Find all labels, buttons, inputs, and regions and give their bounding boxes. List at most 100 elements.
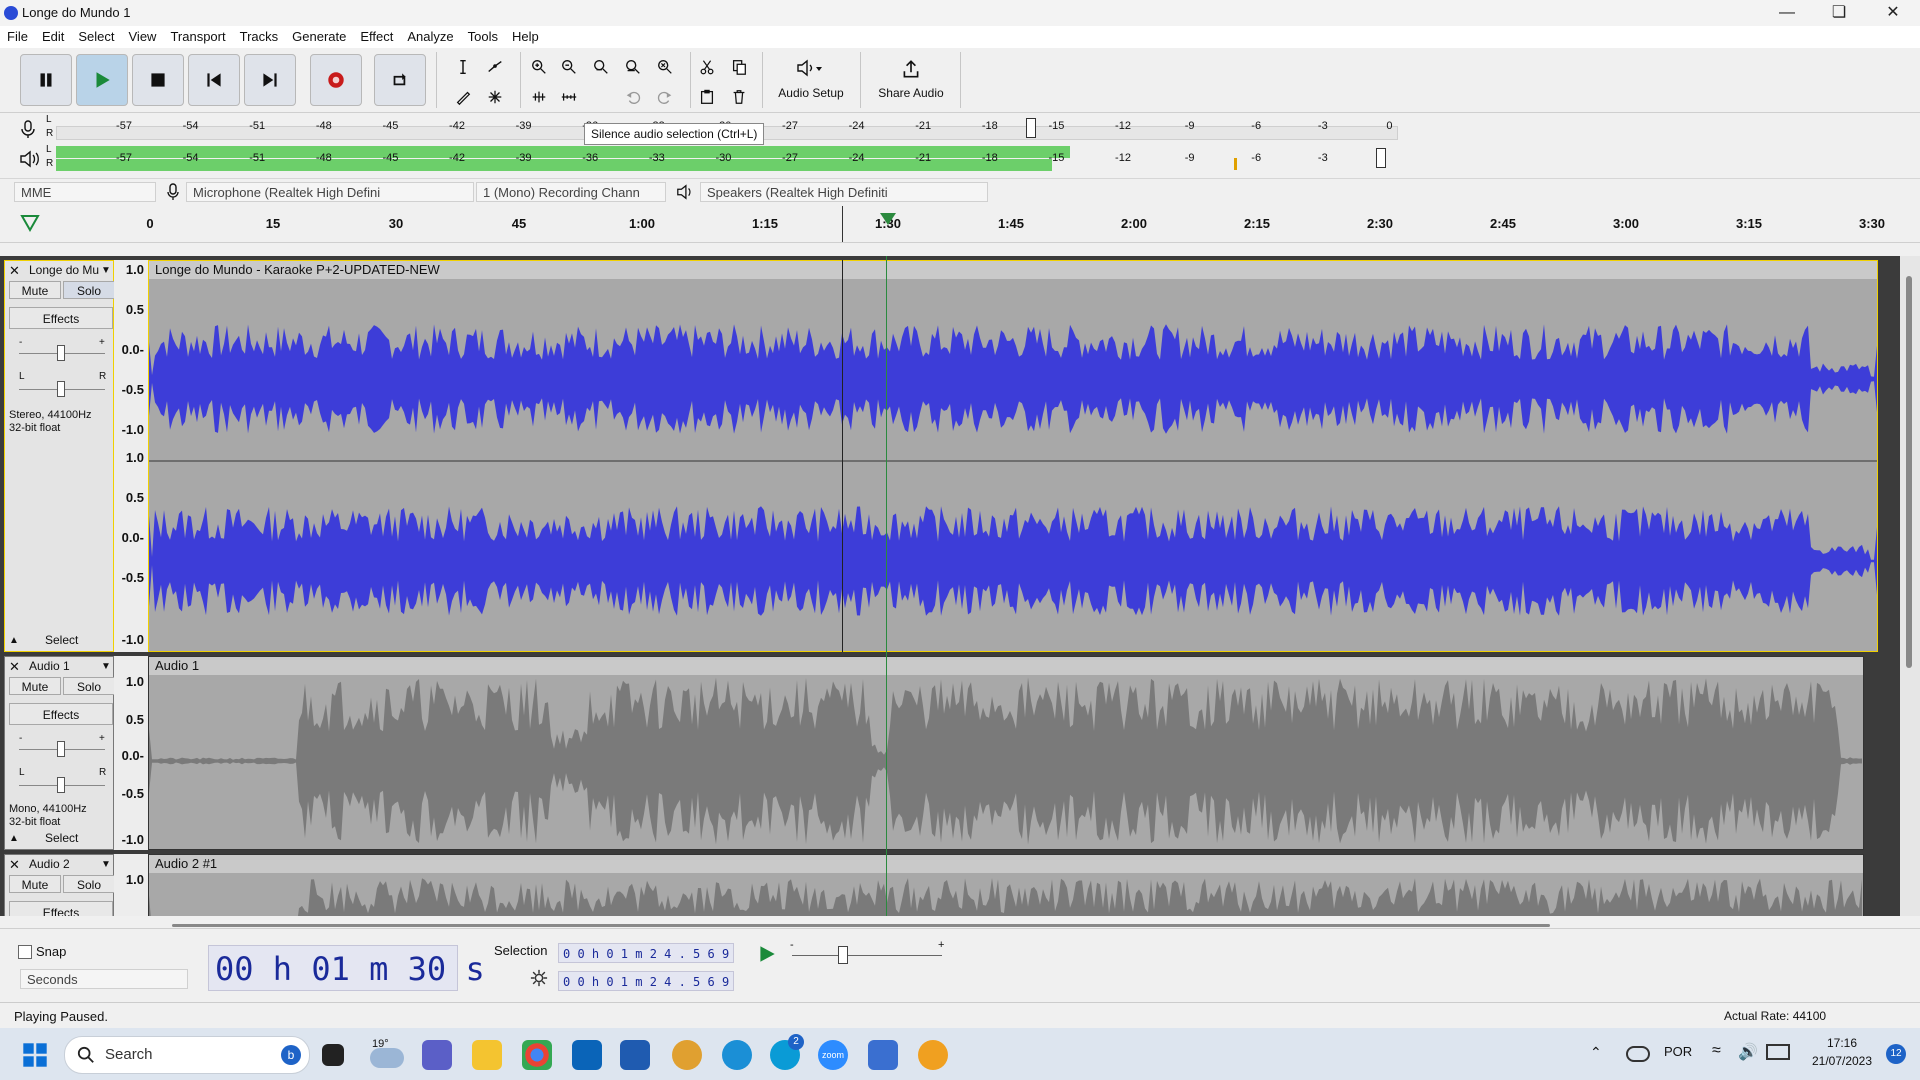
audio-host-select[interactable]: MME: [14, 182, 156, 202]
clock-date[interactable]: 21/07/2023: [1800, 1054, 1884, 1068]
track-menu-dropdown-icon[interactable]: ▼: [101, 661, 111, 672]
play-at-speed-icon[interactable]: [756, 943, 778, 965]
language-indicator[interactable]: POR: [1664, 1044, 1692, 1059]
snap-checkbox[interactable]: [18, 945, 32, 959]
battery-icon[interactable]: [1766, 1044, 1790, 1060]
redo-button[interactable]: [652, 84, 678, 110]
chevron-up-icon[interactable]: ⌃: [1590, 1044, 1602, 1061]
edge-icon[interactable]: [722, 1040, 752, 1070]
solo-button[interactable]: Solo: [63, 875, 115, 893]
track-close-icon[interactable]: ✕: [9, 857, 20, 873]
menu-help[interactable]: Help: [505, 26, 546, 44]
menu-analyze[interactable]: Analyze: [400, 26, 460, 44]
playback-device-select[interactable]: Speakers (Realtek High Definiti: [700, 182, 988, 202]
mail-icon[interactable]: [868, 1040, 898, 1070]
effects-button[interactable]: Effects: [9, 703, 113, 725]
record-meter[interactable]: L R -57-54-51-48-45-42-39-36-33-30-27-24…: [0, 114, 1920, 144]
envelope-tool[interactable]: [482, 54, 508, 80]
fit-selection-button[interactable]: [588, 54, 614, 80]
teams-chat-icon[interactable]: [422, 1040, 452, 1070]
collapse-track-icon[interactable]: ▲: [9, 833, 19, 844]
clock-time[interactable]: 17:16: [1812, 1036, 1872, 1050]
wifi-icon[interactable]: ≈: [1712, 1042, 1721, 1060]
paste-button[interactable]: [694, 84, 720, 110]
collapse-track-icon[interactable]: ▲: [9, 635, 19, 646]
close-icon[interactable]: ✕: [1870, 0, 1916, 26]
minimize-icon[interactable]: —: [1764, 0, 1810, 26]
chrome-icon[interactable]: [522, 1040, 552, 1070]
copy-button[interactable]: [726, 54, 752, 80]
recording-channels-select[interactable]: 1 (Mono) Recording Chann: [476, 182, 666, 202]
zoom-out-button[interactable]: [556, 54, 582, 80]
horizontal-scrollbar[interactable]: [0, 916, 1920, 928]
menu-effect[interactable]: Effect: [353, 26, 400, 44]
menu-select[interactable]: Select: [71, 26, 121, 44]
audacity-taskbar-icon[interactable]: [918, 1040, 948, 1070]
bing-icon[interactable]: b: [281, 1045, 301, 1065]
record-button[interactable]: [310, 54, 362, 106]
menu-tracks[interactable]: Tracks: [233, 26, 286, 44]
gain-slider[interactable]: [57, 345, 65, 361]
gear-icon[interactable]: [530, 969, 548, 987]
delete-button[interactable]: [726, 84, 752, 110]
paint-app-icon[interactable]: [672, 1040, 702, 1070]
tracks-area[interactable]: ✕ Longe do Mu ▼ Mute Solo Effects - + L …: [0, 256, 1920, 916]
multi-tool[interactable]: [482, 84, 508, 110]
menu-file[interactable]: File: [0, 26, 35, 44]
audio-clip[interactable]: Audio 1: [148, 656, 1864, 850]
effects-button[interactable]: Effects: [9, 901, 113, 916]
playback-speed-slider[interactable]: [838, 946, 848, 964]
zoom-icon[interactable]: zoom: [818, 1040, 848, 1070]
draw-tool[interactable]: [450, 84, 476, 110]
select-track-button[interactable]: Select: [45, 633, 78, 647]
share-audio-button[interactable]: Share Audio: [866, 52, 956, 108]
vertical-scrollbar[interactable]: [1900, 256, 1920, 916]
solo-button[interactable]: Solo: [63, 281, 115, 299]
file-explorer-icon[interactable]: [472, 1040, 502, 1070]
mute-button[interactable]: Mute: [9, 281, 61, 299]
track-close-icon[interactable]: ✕: [9, 659, 20, 675]
mute-button[interactable]: Mute: [9, 677, 61, 695]
selection-start-field[interactable]: 0 0 h 0 1 m 2 4 . 5 6 9 s: [558, 943, 734, 963]
play-button[interactable]: [76, 54, 128, 106]
gain-slider[interactable]: [57, 741, 65, 757]
windows-start-icon[interactable]: [22, 1042, 48, 1068]
solo-button[interactable]: Solo: [63, 677, 115, 695]
menu-transport[interactable]: Transport: [163, 26, 232, 44]
notification-badge[interactable]: 12: [1886, 1044, 1906, 1064]
playback-level-slider[interactable]: [1376, 148, 1386, 168]
audio-setup-button[interactable]: Audio Setup: [768, 52, 854, 108]
skip-start-button[interactable]: [188, 54, 240, 106]
volume-icon[interactable]: 🔊: [1738, 1042, 1758, 1062]
restore-icon[interactable]: ❏: [1816, 0, 1862, 26]
track-name-button[interactable]: Longe do Mu: [29, 263, 101, 277]
pan-slider[interactable]: [57, 777, 65, 793]
outlook-icon[interactable]: [572, 1040, 602, 1070]
word-icon[interactable]: [620, 1040, 650, 1070]
task-view-icon[interactable]: [322, 1044, 344, 1066]
cut-button[interactable]: [694, 54, 720, 80]
trim-button[interactable]: [526, 84, 552, 110]
fit-project-button[interactable]: [620, 54, 646, 80]
taskbar-search-box[interactable]: Search b: [64, 1036, 310, 1074]
track-menu-dropdown-icon[interactable]: ▼: [101, 859, 111, 870]
play-head-icon[interactable]: [878, 212, 898, 226]
undo-button[interactable]: [620, 84, 646, 110]
silence-button[interactable]: [556, 84, 582, 110]
scrollbar-thumb[interactable]: [172, 924, 1550, 927]
pause-button[interactable]: [20, 54, 72, 106]
menu-tools[interactable]: Tools: [461, 26, 505, 44]
track-name-button[interactable]: Audio 2: [29, 857, 70, 871]
menu-edit[interactable]: Edit: [35, 26, 71, 44]
time-display[interactable]: 00 h 01 m 30 s: [208, 945, 485, 991]
zoom-toggle-button[interactable]: [652, 54, 678, 80]
playback-meter[interactable]: L R -57 -54 -51 -48 -45 -42 -39 -36 -33 -30 -27 -24…: [0, 144, 1920, 174]
selection-tool[interactable]: [450, 54, 476, 80]
menu-generate[interactable]: Generate: [285, 26, 353, 44]
effects-button[interactable]: Effects: [9, 307, 113, 329]
pan-slider[interactable]: [57, 381, 65, 397]
weather-cloud-icon[interactable]: [370, 1048, 404, 1068]
zoom-in-button[interactable]: [526, 54, 552, 80]
selection-end-field[interactable]: 0 0 h 0 1 m 2 4 . 5 6 9 s: [558, 971, 734, 991]
audio-clip[interactable]: Audio 2 #1: [148, 854, 1864, 916]
